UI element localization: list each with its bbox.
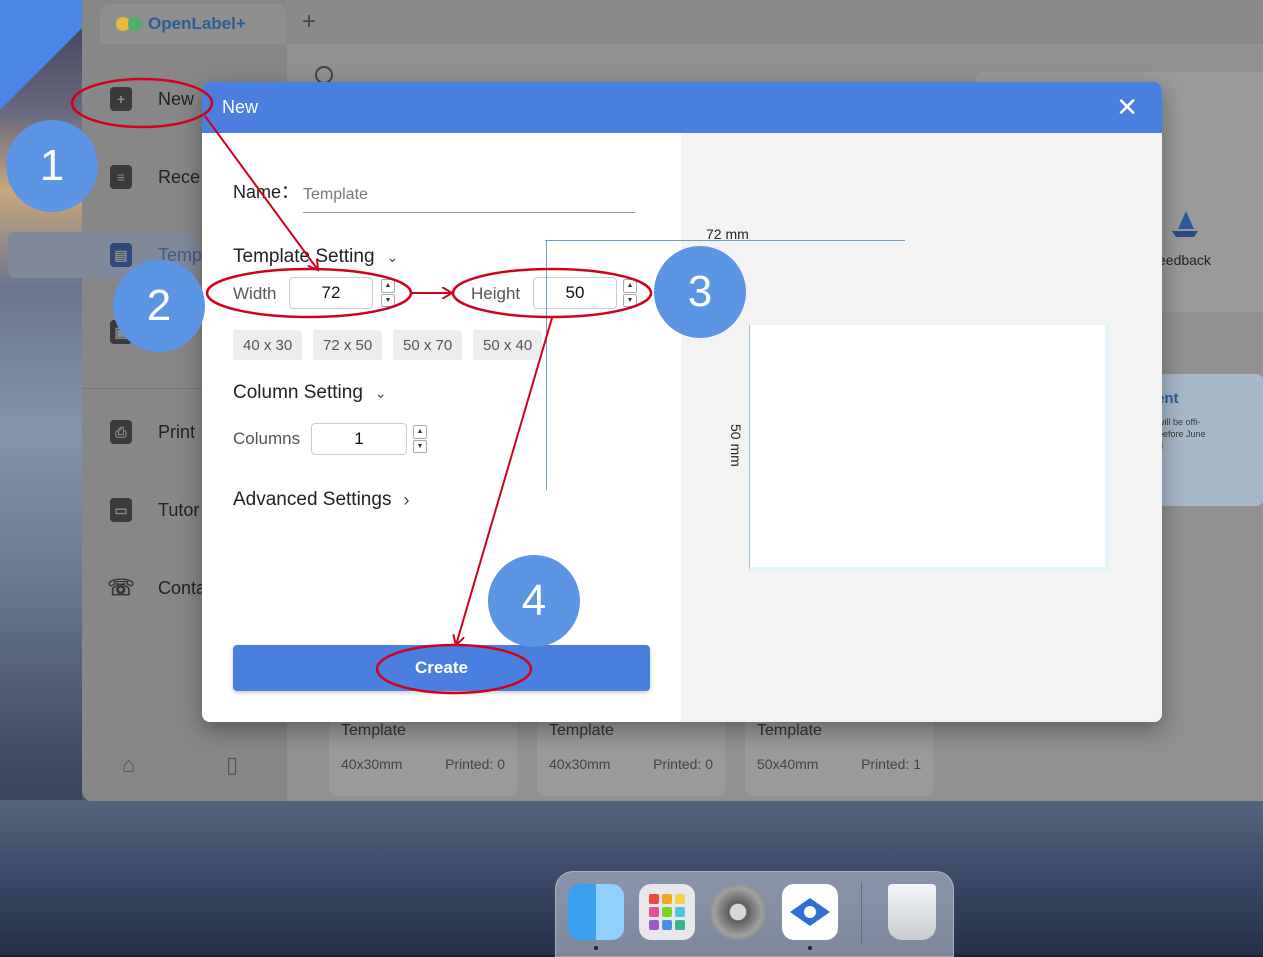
height-label: Height [471, 284, 521, 303]
system-settings-icon[interactable] [710, 884, 766, 940]
close-icon[interactable]: ✕ [1116, 92, 1138, 123]
dock-separator [861, 882, 862, 944]
width-label: Width [233, 284, 277, 303]
app-tab[interactable]: OpenLabel+ [100, 4, 286, 44]
preset-50x70[interactable]: 50 x 70 [393, 330, 463, 360]
printer-icon: ⎙ [110, 420, 132, 444]
sidebar-item-label: Print [158, 421, 196, 442]
feedback-icon [1172, 211, 1198, 237]
chevron-down-icon: ⌄ [374, 384, 387, 401]
tab-bar [287, 0, 1263, 44]
template-card-printed: Printed: 1 [861, 756, 921, 772]
name-input[interactable] [303, 178, 635, 213]
increment-icon[interactable]: ▲ [381, 279, 395, 293]
logo-dot-icon [128, 17, 142, 31]
running-indicator [594, 946, 598, 950]
sidebar-item-recent[interactable]: ≡ Rece [110, 165, 200, 189]
width-input[interactable] [289, 277, 373, 309]
width-stepper[interactable]: ▲ ▼ [381, 279, 395, 307]
advanced-settings-label: Advanced Settings [233, 489, 392, 510]
phone-icon: ☏ [107, 575, 135, 600]
chevron-right-icon: › [403, 489, 410, 510]
announcement-banner[interactable]: ent will be offi- before June d [1152, 374, 1263, 506]
sidebar-item-print[interactable]: ⎙ Print [110, 420, 195, 444]
preset-40x30[interactable]: 40 x 30 [233, 330, 303, 360]
template-card-printed: Printed: 0 [653, 756, 713, 772]
step-badge-2: 2 [113, 260, 205, 352]
decrement-icon[interactable]: ▼ [623, 293, 637, 307]
template-card-printed: Printed: 0 [445, 756, 505, 772]
height-stepper[interactable]: ▲ ▼ [623, 279, 637, 307]
app-name: OpenLabel+ [148, 14, 246, 33]
banner-text: will be offi- before June d [1158, 417, 1206, 451]
sidebar-item-label: Rece [158, 166, 201, 187]
launchpad-icon[interactable] [639, 884, 695, 940]
sidebar-item-new[interactable]: + New [110, 87, 194, 111]
running-indicator [808, 946, 812, 950]
home-icon[interactable]: ⌂ [122, 752, 135, 778]
height-dimension-line [546, 240, 547, 490]
dialog-title: New [222, 97, 259, 117]
template-card-name: Template [549, 722, 614, 739]
dialog-header: New ✕ [202, 82, 1162, 133]
chevron-down-icon: ⌄ [386, 248, 399, 265]
template-card[interactable]: Template 40x30mm Printed: 0 [537, 712, 725, 796]
preview-height-label: 50 mm [728, 424, 744, 467]
openlabel-logo-icon [790, 898, 830, 926]
step-badge-3: 3 [654, 246, 746, 338]
create-button[interactable]: Create [233, 645, 650, 691]
launchpad-grid-icon [649, 894, 685, 930]
step-badge-1: 1 [6, 120, 98, 212]
device-icon[interactable]: ▯ [226, 752, 238, 778]
decrement-icon[interactable]: ▼ [381, 293, 395, 307]
advanced-settings-toggle[interactable]: Advanced Settings › [233, 489, 409, 511]
template-card-size: 40x30mm [549, 756, 611, 772]
template-card-name: Template [341, 722, 406, 739]
recent-document-icon: ≡ [110, 165, 132, 189]
columns-label: Columns [233, 429, 301, 448]
sidebar-item-label: Tutor [158, 499, 200, 520]
columns-stepper[interactable]: ▲ ▼ [413, 425, 427, 453]
sidebar-item-tutorial[interactable]: ▭ Tutor [110, 498, 199, 522]
template-card[interactable]: Template 40x30mm Printed: 0 [329, 712, 517, 796]
preset-50x40[interactable]: 50 x 40 [473, 330, 543, 360]
tutorial-icon: ▭ [110, 498, 132, 522]
trash-icon[interactable] [888, 884, 936, 940]
column-setting-label: Column Setting [233, 382, 363, 403]
label-preview [749, 325, 1109, 571]
width-dimension-line [545, 240, 905, 241]
name-label: Name： [233, 182, 300, 202]
template-card[interactable]: Template 50x40mm Printed: 1 [745, 712, 933, 796]
template-setting-label: Template Setting [233, 246, 375, 267]
preset-72x50[interactable]: 72 x 50 [313, 330, 383, 360]
increment-icon[interactable]: ▲ [623, 279, 637, 293]
template-setting-toggle[interactable]: Template Setting ⌄ [233, 246, 398, 268]
template-card-size: 50x40mm [757, 756, 819, 772]
dock [555, 871, 954, 957]
increment-icon[interactable]: ▲ [413, 425, 427, 439]
sidebar-item-contact[interactable]: ☏ Conta [107, 575, 207, 600]
finder-icon[interactable] [568, 884, 624, 940]
template-card-size: 40x30mm [341, 756, 403, 772]
new-tab-button[interactable]: + [302, 8, 316, 36]
decrement-icon[interactable]: ▼ [413, 439, 427, 453]
plus-document-icon: + [110, 87, 132, 111]
columns-input[interactable] [311, 423, 407, 455]
column-setting-toggle[interactable]: Column Setting ⌄ [233, 382, 387, 404]
template-icon: ▤ [110, 243, 132, 267]
step-badge-4: 4 [488, 555, 580, 647]
sidebar-item-label: Conta [158, 577, 207, 598]
template-card-name: Template [757, 722, 822, 739]
feedback-label: eedback [1158, 252, 1211, 268]
openlabel-icon[interactable] [782, 884, 838, 940]
sidebar-item-label: New [158, 88, 195, 109]
